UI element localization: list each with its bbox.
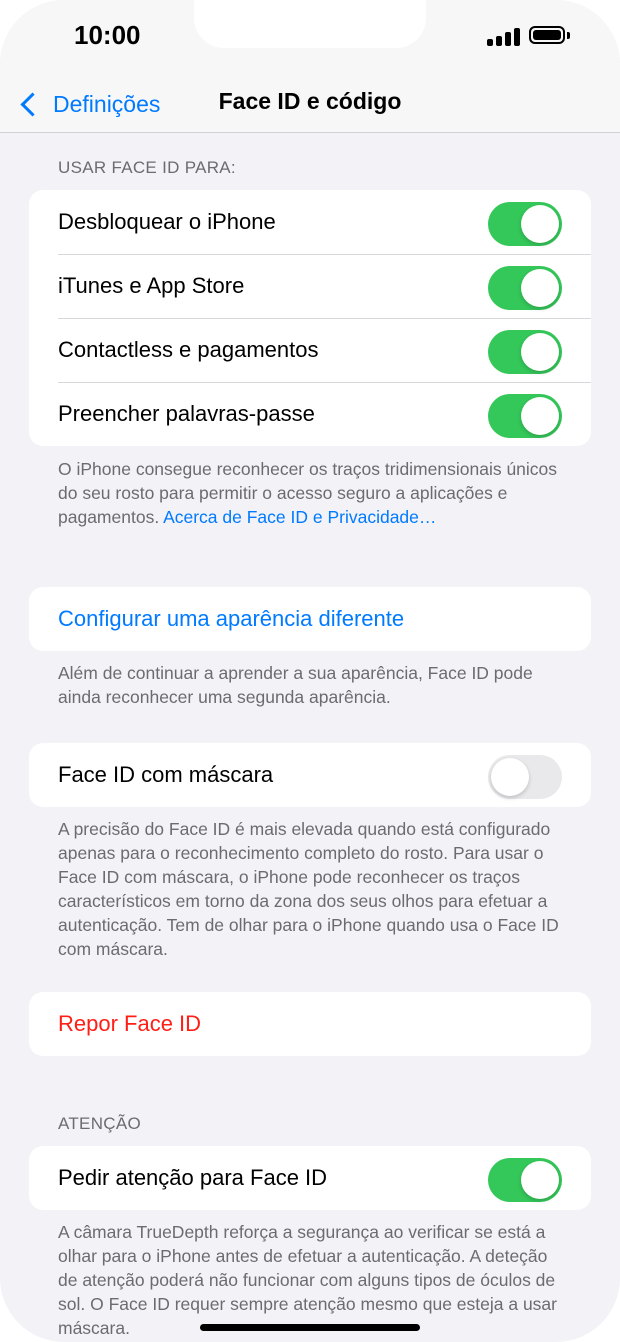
- toggle-knob: [521, 205, 559, 243]
- row-label: Contactless e pagamentos: [58, 337, 319, 362]
- toggle-knob: [521, 1161, 559, 1199]
- row-label: Preencher palavras-passe: [58, 401, 315, 426]
- status-time: 10:00: [74, 20, 141, 50]
- alternate-appearance-footer: Além de continuar a aprender a sua aparê…: [58, 663, 533, 707]
- row-require-attention: Pedir atenção para Face ID: [29, 1146, 591, 1210]
- require-attention-toggle[interactable]: [488, 1158, 562, 1202]
- row-unlock-iphone: Desbloquear o iPhone: [29, 190, 591, 254]
- toggle-knob: [521, 333, 559, 371]
- cellular-signal-icon: [487, 28, 521, 46]
- set-up-alternate-appearance-button[interactable]: Configurar uma aparência diferente: [29, 587, 591, 651]
- reset-group: Repor Face ID: [29, 992, 591, 1056]
- phone-screen: 10:00 Definições Face ID e código USAR F…: [0, 0, 620, 1342]
- unlock-iphone-toggle[interactable]: [488, 202, 562, 246]
- mask-group: Face ID com máscara: [29, 743, 591, 807]
- toggle-knob: [521, 269, 559, 307]
- face-id-uses-footer: O iPhone consegue reconhecer os traços t…: [58, 457, 568, 529]
- face-id-with-mask-toggle[interactable]: [488, 755, 562, 799]
- page-title: Face ID e código: [218, 88, 402, 114]
- row-label: Desbloquear o iPhone: [58, 209, 276, 234]
- contactless-payments-toggle[interactable]: [488, 330, 562, 374]
- notch: [194, 0, 426, 48]
- attention-footer: A câmara TrueDepth reforça a segurança a…: [58, 1222, 557, 1338]
- row-label: Face ID com máscara: [58, 762, 274, 787]
- row-autofill-passwords: Preencher palavras-passe: [29, 382, 591, 446]
- section-header-use-face-id: USAR FACE ID PARA:: [58, 158, 236, 177]
- autofill-passwords-toggle[interactable]: [488, 394, 562, 438]
- section-header-attention: ATENÇÃO: [58, 1114, 142, 1133]
- row-label: Pedir atenção para Face ID: [58, 1165, 328, 1190]
- battery-icon: [529, 26, 565, 44]
- about-face-id-privacy-link[interactable]: Acerca de Face ID e Privacidade…: [163, 507, 436, 527]
- alternate-appearance-group: Configurar uma aparência diferente: [29, 587, 591, 651]
- navigation-bar: Definições Face ID e código: [0, 76, 620, 133]
- reset-face-id-button[interactable]: Repor Face ID: [29, 992, 591, 1056]
- button-label: Repor Face ID: [58, 1011, 202, 1036]
- attention-group: Pedir atenção para Face ID: [29, 1146, 591, 1210]
- row-label: iTunes e App Store: [58, 273, 245, 298]
- itunes-app-store-toggle[interactable]: [488, 266, 562, 310]
- toggle-knob: [491, 758, 529, 796]
- row-contactless-payments: Contactless e pagamentos: [29, 318, 591, 382]
- status-bar: 10:00: [0, 0, 620, 76]
- row-itunes-app-store: iTunes e App Store: [29, 254, 591, 318]
- battery-cap: [567, 32, 570, 39]
- mask-footer: A precisão do Face ID é mais elevada qua…: [58, 819, 559, 959]
- toggle-knob: [521, 397, 559, 435]
- face-id-uses-group: Desbloquear o iPhone iTunes e App Store …: [29, 190, 591, 446]
- button-label: Configurar uma aparência diferente: [58, 606, 405, 631]
- home-indicator[interactable]: [200, 1324, 420, 1331]
- row-face-id-with-mask: Face ID com máscara: [29, 743, 591, 807]
